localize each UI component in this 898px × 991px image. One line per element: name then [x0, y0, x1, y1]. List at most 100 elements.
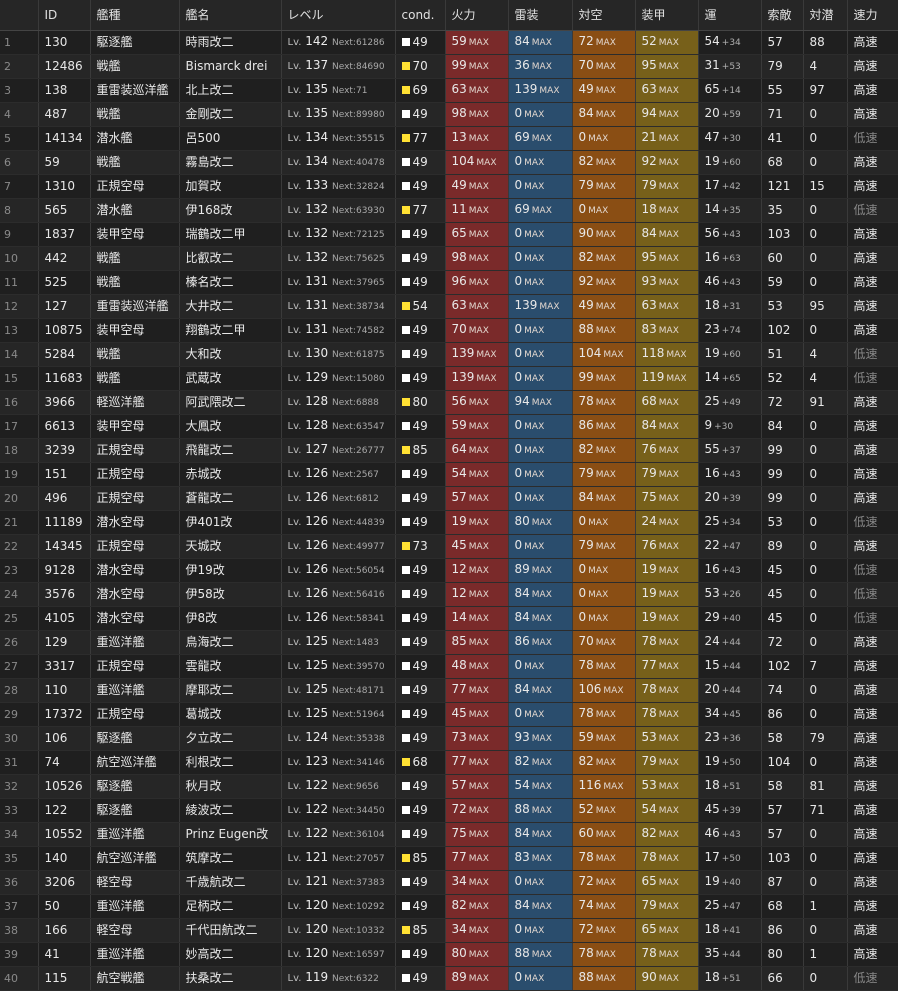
ship-row[interactable]: 20 496 正規空母 蒼龍改二 Lv. 126 Next:6812 49 57 MAX 0 MA… — [0, 486, 898, 511]
ship-row[interactable]: 1 130 駆逐艦 時雨改二 Lv. 142 Next:61286 49 59 MAX 84 MA… — [0, 30, 898, 55]
luck-value: 19 — [704, 154, 720, 168]
ship-row[interactable]: 7 1310 正規空母 加賀改 Lv. 133 Next:32824 49 49 MAX 0 MA… — [0, 174, 898, 199]
level-value: 132 — [305, 202, 329, 216]
ship-type: 駆逐艦 — [90, 798, 180, 823]
ship-row[interactable]: 18 3239 正規空母 飛龍改二 Lv. 127 Next:26777 85 64 MAX 0… — [0, 438, 898, 463]
ship-speed: 高速 — [847, 798, 898, 823]
ship-row[interactable]: 4 487 戦艦 金剛改二 Lv. 135 Next:89980 49 98 MAX 0 MAX 8… — [0, 102, 898, 127]
ship-row[interactable]: 22 14345 正規空母 天城改 Lv. 126 Next:49977 73 45 MAX 0… — [0, 534, 898, 559]
max-label: MAX — [595, 974, 616, 984]
anti-air-value: 78 — [578, 394, 594, 408]
torpedo-value: 0 — [514, 178, 523, 192]
ship-row[interactable]: 34 10552 重巡洋艦 Prinz Eugen改 Lv. 122 Next:3610… — [0, 822, 898, 847]
firepower-value: 98 — [451, 250, 467, 264]
ship-row[interactable]: 12 127 重雷装巡洋艦 大井改二 Lv. 131 Next:38734 54 63 MAX… — [0, 294, 898, 319]
max-label: MAX — [468, 38, 489, 48]
ship-row[interactable]: 35 140 航空巡洋艦 筑摩改二 Lv. 121 Next:27057 85 77 MAX 8… — [0, 846, 898, 871]
ship-name: Bismarck drei — [179, 54, 282, 79]
stat-luck: 31 +53 — [698, 54, 762, 79]
ship-row[interactable]: 15 11683 戦艦 武蔵改 Lv. 129 Next:15080 49 139 MAX 0 M… — [0, 366, 898, 391]
ship-row[interactable]: 11 525 戦艦 榛名改二 Lv. 131 Next:37965 49 96 MAX 0 MAX… — [0, 270, 898, 295]
ship-row[interactable]: 40 115 航空戦艦 扶桑改二 Lv. 119 Next:6322 49 89 MAX 0 MA… — [0, 966, 898, 991]
col-header-luck[interactable]: 運 — [698, 0, 762, 31]
row-index: 1 — [0, 30, 39, 55]
col-header-speed[interactable]: 速力 — [847, 0, 898, 31]
max-label: MAX — [531, 134, 552, 144]
ship-row[interactable]: 13 10875 装甲空母 翔鶴改二甲 Lv. 131 Next:74582 49 70 MA… — [0, 318, 898, 343]
ship-row[interactable]: 36 3206 軽空母 千歳航改二 Lv. 121 Next:37383 49 34 MAX 0… — [0, 870, 898, 895]
level-value: 128 — [305, 394, 329, 408]
torpedo-value: 0 — [514, 970, 523, 984]
ship-row[interactable]: 9 1837 装甲空母 瑞鶴改二甲 Lv. 132 Next:72125 49 65 MAX 0… — [0, 222, 898, 247]
ship-level: Lv. 120 Next:10332 — [281, 918, 396, 943]
ship-row[interactable]: 23 9128 潜水空母 伊19改 Lv. 126 Next:56054 49 12 MAX 8… — [0, 558, 898, 583]
col-header-torpedo[interactable]: 雷装 — [508, 0, 573, 31]
ship-cond: 49 — [395, 726, 446, 751]
max-label: MAX — [524, 326, 545, 336]
level-prefix: Lv. — [287, 61, 302, 72]
ship-row[interactable]: 25 4105 潜水空母 伊8改 Lv. 126 Next:58341 49 14 MAX 84… — [0, 606, 898, 631]
max-label: MAX — [666, 374, 687, 384]
max-label: MAX — [468, 926, 489, 936]
next-exp: 61286 — [355, 38, 385, 48]
ship-row[interactable]: 19 151 正規空母 赤城改 Lv. 126 Next:2567 49 54 MAX 0 MAX… — [0, 462, 898, 487]
ship-row[interactable]: 24 3576 潜水空母 伊58改 Lv. 126 Next:56416 49 12 MAX 8… — [0, 582, 898, 607]
max-label: MAX — [468, 206, 489, 216]
stat-firepower: 77 MAX — [445, 750, 509, 775]
next-exp: 44839 — [355, 518, 385, 528]
col-header-id[interactable]: ID — [38, 0, 91, 31]
ship-row[interactable]: 2 12486 戦艦 Bismarck drei Lv. 137 Next:84690 7… — [0, 54, 898, 79]
ship-row[interactable]: 30 106 駆逐艦 夕立改二 Lv. 124 Next:35338 49 73 MAX 93 M… — [0, 726, 898, 751]
col-header-armor[interactable]: 装甲 — [635, 0, 699, 31]
ship-row[interactable]: 21 11189 潜水空母 伊401改 Lv. 126 Next:44839 49 19 MA… — [0, 510, 898, 535]
ship-row[interactable]: 10 442 戦艦 比叡改二 Lv. 132 Next:75625 49 98 MAX 0 MAX… — [0, 246, 898, 271]
col-header-anti-sub[interactable]: 対潜 — [803, 0, 848, 31]
ship-row[interactable]: 39 41 重巡洋艦 妙高改二 Lv. 120 Next:16597 49 80 MAX 88 M… — [0, 942, 898, 967]
ship-row[interactable]: 29 17372 正規空母 葛城改 Lv. 125 Next:51964 49 45 MAX 0… — [0, 702, 898, 727]
max-label: MAX — [531, 686, 552, 696]
ship-row[interactable]: 14 5284 戦艦 大和改 Lv. 130 Next:61875 49 139 MAX 0 MA… — [0, 342, 898, 367]
next-prefix: Next: — [331, 518, 356, 528]
col-header-firepower[interactable]: 火力 — [445, 0, 509, 31]
col-header-name[interactable]: 艦名 — [179, 0, 282, 31]
col-header-type[interactable]: 艦種 — [90, 0, 180, 31]
level-prefix: Lv. — [287, 661, 302, 672]
col-header-level[interactable]: レベル — [281, 0, 396, 31]
ship-cond: 85 — [395, 918, 446, 943]
ship-cond: 49 — [395, 318, 446, 343]
max-label: MAX — [531, 62, 552, 72]
ship-row[interactable]: 3 138 重雷装巡洋艦 北上改二 Lv. 135 Next:71 69 63 MAX 139 M… — [0, 78, 898, 103]
stat-armor: 95 MAX — [635, 54, 699, 79]
ship-row[interactable]: 37 50 重巡洋艦 足柄改二 Lv. 120 Next:10292 49 82 MAX 84 M… — [0, 894, 898, 919]
cond-indicator-icon — [401, 86, 410, 94]
armor-value: 92 — [641, 154, 657, 168]
ship-row[interactable]: 32 10526 駆逐艦 秋月改 Lv. 122 Next:9656 49 57 MAX 54 M… — [0, 774, 898, 799]
col-header-cond[interactable]: cond. — [395, 0, 446, 31]
ship-id: 496 — [38, 486, 91, 511]
ship-type: 重巡洋艦 — [90, 678, 180, 703]
luck-bonus: +43 — [721, 830, 741, 840]
level-prefix: Lv. — [287, 757, 302, 768]
ship-row[interactable]: 31 74 航空巡洋艦 利根改二 Lv. 123 Next:34146 68 77 MAX 82… — [0, 750, 898, 775]
luck-value: 19 — [704, 754, 720, 768]
ship-row[interactable]: 17 6613 装甲空母 大鳳改 Lv. 128 Next:63547 49 59 MAX 0 M… — [0, 414, 898, 439]
col-header-index[interactable] — [0, 0, 39, 31]
col-header-line-of-sight[interactable]: 索敵 — [761, 0, 804, 31]
ship-row[interactable]: 33 122 駆逐艦 綾波改二 Lv. 122 Next:34450 49 72 MAX 88 M… — [0, 798, 898, 823]
ship-row[interactable]: 38 166 軽空母 千代田航改二 Lv. 120 Next:10332 85 34 MAX 0… — [0, 918, 898, 943]
stat-armor: 76 MAX — [635, 438, 699, 463]
ship-cond: 49 — [395, 510, 446, 535]
level-prefix: Lv. — [287, 877, 302, 888]
ship-row[interactable]: 26 129 重巡洋艦 鳥海改二 Lv. 125 Next:1483 49 85 MAX 86 M… — [0, 630, 898, 655]
max-label: MAX — [588, 518, 609, 528]
max-label: MAX — [524, 422, 545, 432]
col-header-anti-air[interactable]: 対空 — [572, 0, 636, 31]
stat-anti-sub: 0 — [803, 222, 848, 247]
ship-row[interactable]: 8 565 潜水艦 伊168改 Lv. 132 Next:63930 77 11 MAX 69 M… — [0, 198, 898, 223]
ship-row[interactable]: 28 110 重巡洋艦 摩耶改二 Lv. 125 Next:48171 49 77 MAX 84… — [0, 678, 898, 703]
firepower-value: 45 — [451, 706, 467, 720]
ship-row[interactable]: 27 3317 正規空母 雲龍改 Lv. 125 Next:39570 49 48 MAX 0 M… — [0, 654, 898, 679]
ship-row[interactable]: 5 14134 潜水艦 呂500 Lv. 134 Next:35515 77 13 MAX 69… — [0, 126, 898, 151]
ship-row[interactable]: 6 59 戦艦 霧島改二 Lv. 134 Next:40478 49 104 MAX 0 MAX 8… — [0, 150, 898, 175]
ship-row[interactable]: 16 3966 軽巡洋艦 阿武隈改二 Lv. 128 Next:6888 80 56 MAX 9… — [0, 390, 898, 415]
